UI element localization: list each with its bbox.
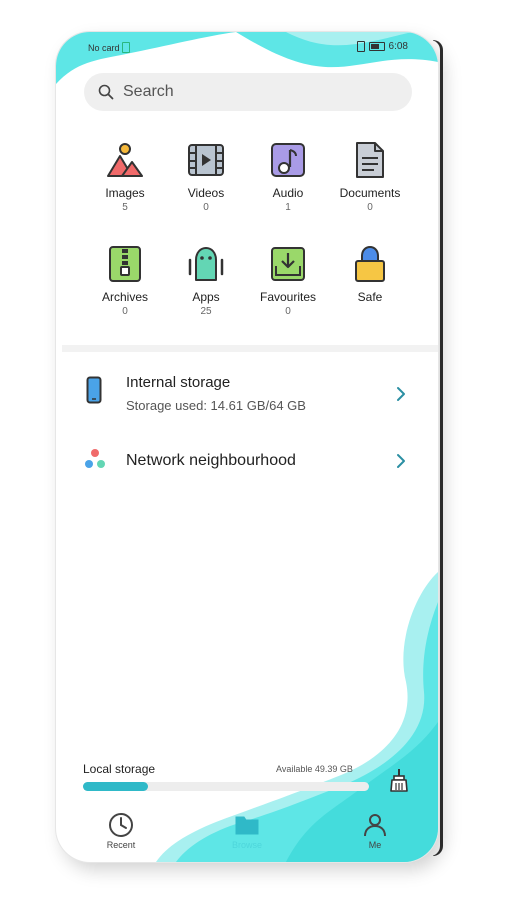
local-storage-label: Local storage (83, 762, 156, 776)
documents-icon (356, 142, 384, 178)
nav-browse-label: Browse (231, 840, 262, 850)
category-label: Apps (192, 290, 220, 304)
category-label: Safe (357, 290, 383, 304)
videos-icon (188, 144, 224, 176)
audio-icon (271, 143, 305, 177)
images-icon (107, 143, 143, 177)
battery-icon (368, 42, 385, 51)
category-count: 0 (122, 306, 128, 317)
bottom-navigation: Recent Browse Me (56, 812, 438, 862)
category-documents[interactable]: Documents 0 (325, 140, 415, 213)
storage-progress-bar (83, 782, 369, 791)
category-label: Favourites (259, 290, 317, 304)
internal-storage-item[interactable]: Internal storage Storage used: 14.61 GB/… (56, 362, 438, 426)
search-icon (98, 84, 114, 100)
category-audio[interactable]: Audio 1 (243, 140, 333, 213)
category-count: 5 (122, 202, 128, 213)
nav-me-label: Me (368, 840, 382, 850)
category-apps[interactable]: Apps 25 (161, 244, 251, 317)
nav-recent[interactable]: Recent (86, 812, 156, 850)
category-safe[interactable]: Safe (325, 244, 415, 306)
chevron-right-icon (397, 387, 405, 401)
category-videos[interactable]: Videos 0 (161, 140, 251, 213)
category-count: 0 (367, 202, 373, 213)
vibrate-icon (356, 41, 365, 52)
carrier-text: No card (88, 42, 120, 53)
sim-icon (121, 42, 130, 53)
favourites-icon (271, 247, 305, 281)
category-favourites[interactable]: Favourites 0 (243, 244, 333, 317)
category-images[interactable]: Images 5 (80, 140, 170, 213)
folder-icon (235, 816, 259, 835)
nav-browse[interactable]: Browse (212, 812, 282, 850)
archives-icon (109, 246, 141, 282)
category-label: Images (105, 186, 145, 200)
apps-icon (188, 247, 224, 281)
network-neighbourhood-title: Network neighbourhood (126, 452, 296, 469)
category-count: 0 (285, 306, 291, 317)
category-label: Archives (101, 290, 148, 304)
local-storage-available: Available 49.39 GB (276, 764, 353, 774)
phone-screen: No card 6:08 Images 5 (56, 32, 438, 862)
phone-icon (86, 376, 102, 404)
person-icon (364, 814, 386, 837)
category-count: 0 (203, 202, 209, 213)
search-bar[interactable] (84, 73, 412, 111)
category-archives[interactable]: Archives 0 (80, 244, 170, 317)
chevron-right-icon (397, 454, 405, 468)
category-count: 1 (285, 202, 291, 213)
clock-time: 6:08 (388, 41, 408, 52)
category-count: 25 (200, 306, 212, 317)
network-icon (85, 449, 105, 468)
search-input[interactable] (123, 83, 383, 101)
nav-me[interactable]: Me (340, 812, 410, 850)
storage-progress-fill (83, 782, 149, 791)
internal-storage-usage: Storage used: 14.61 GB/64 GB (126, 398, 306, 413)
safe-icon (355, 245, 385, 282)
category-label: Videos (187, 186, 225, 200)
category-label: Documents (339, 186, 401, 200)
category-label: Audio (272, 186, 304, 200)
nav-recent-label: Recent (106, 840, 136, 850)
clock-icon (109, 813, 133, 837)
carrier-status: No card (88, 42, 130, 53)
network-neighbourhood-item[interactable]: Network neighbourhood (56, 440, 438, 484)
internal-storage-title: Internal storage (126, 374, 231, 391)
section-divider (62, 345, 438, 352)
status-bar: No card 6:08 (56, 40, 438, 56)
broom-icon[interactable] (389, 768, 409, 792)
status-indicators: 6:08 (356, 41, 408, 52)
